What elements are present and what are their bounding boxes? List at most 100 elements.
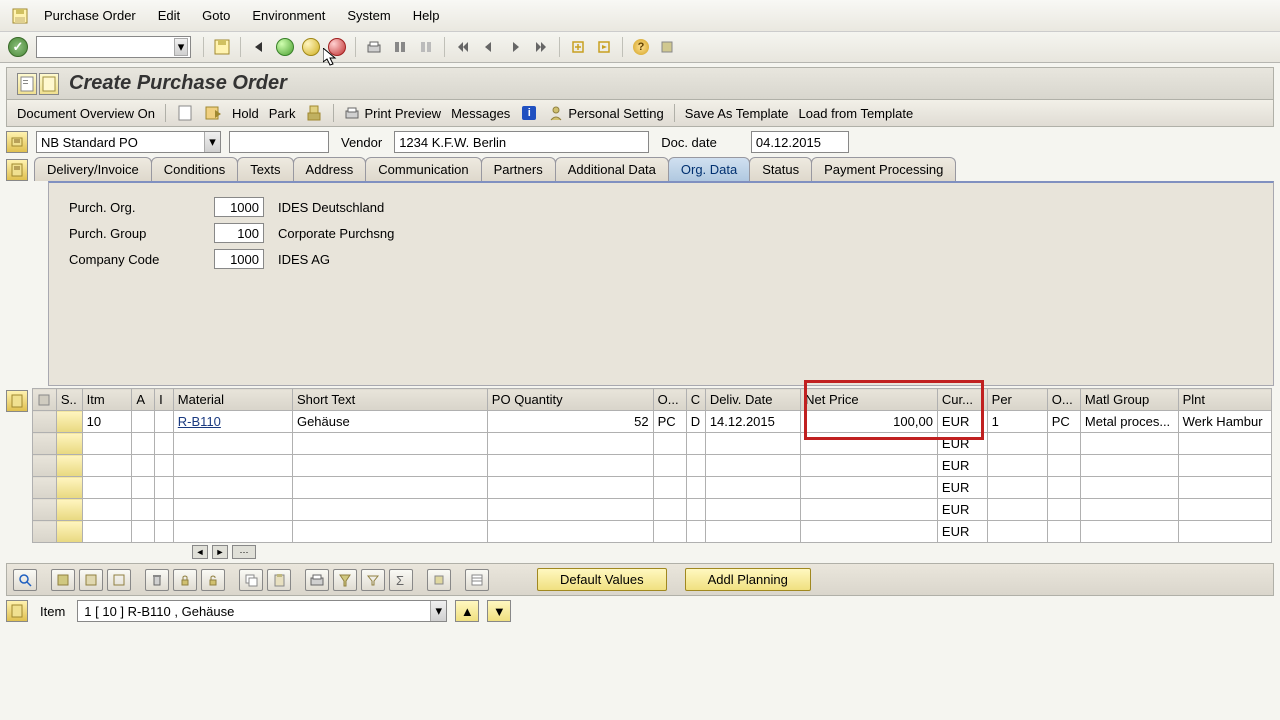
cell-currency[interactable]: EUR — [937, 411, 987, 433]
item-detail-expand-button[interactable] — [6, 600, 28, 622]
tab-payment-processing[interactable]: Payment Processing — [811, 157, 956, 181]
cell-uom[interactable] — [653, 477, 686, 499]
col-c[interactable]: C — [686, 389, 705, 411]
tab-delivery-invoice[interactable]: Delivery/Invoice — [34, 157, 152, 181]
find-next-button[interactable] — [414, 36, 438, 58]
cell-currency[interactable]: EUR — [937, 477, 987, 499]
table-row[interactable]: EUR — [33, 433, 1272, 455]
cell-plant[interactable]: Werk Hambur — [1178, 411, 1271, 433]
detail-button[interactable] — [13, 569, 37, 591]
cell-short-text[interactable]: Gehäuse — [292, 411, 487, 433]
menu-save-icon[interactable] — [8, 6, 32, 26]
cell-material[interactable]: R-B110 — [173, 411, 292, 433]
col-per[interactable]: Per — [987, 389, 1047, 411]
cell-material[interactable] — [173, 455, 292, 477]
cell-short-text[interactable] — [292, 477, 487, 499]
menu-purchase-order[interactable]: Purchase Order — [34, 4, 146, 27]
messages-button[interactable]: Messages — [451, 106, 510, 121]
cell-uom[interactable] — [653, 455, 686, 477]
cell-itm[interactable]: 10 — [82, 411, 132, 433]
addl-planning-button[interactable]: Addl Planning — [685, 568, 811, 591]
col-material[interactable]: Material — [173, 389, 292, 411]
cell-i[interactable] — [155, 477, 174, 499]
row-selector[interactable] — [33, 477, 57, 499]
cell-i[interactable] — [155, 499, 174, 521]
table-row[interactable]: EUR — [33, 455, 1272, 477]
tab-org-data[interactable]: Org. Data — [668, 157, 750, 181]
cell-plant[interactable] — [1178, 521, 1271, 543]
col-selector[interactable] — [33, 389, 57, 411]
check-icon[interactable] — [305, 104, 323, 122]
command-field[interactable]: ▾ — [36, 36, 191, 58]
cell-i[interactable] — [155, 455, 174, 477]
cell-price-unit[interactable] — [1047, 521, 1080, 543]
cell-plant[interactable] — [1178, 477, 1271, 499]
cell-price-unit[interactable] — [1047, 477, 1080, 499]
cell-material[interactable] — [173, 433, 292, 455]
hold-button[interactable]: Hold — [232, 106, 259, 121]
cell-material[interactable] — [173, 477, 292, 499]
scroll-column-select[interactable]: ⋯ — [232, 545, 256, 559]
col-order-unit[interactable]: O... — [653, 389, 686, 411]
item-select[interactable]: 1 [ 10 ] R-B110 , Gehäuse▾ — [77, 600, 447, 622]
tab-conditions[interactable]: Conditions — [151, 157, 238, 181]
row-status[interactable] — [56, 411, 82, 433]
cell-plant[interactable] — [1178, 433, 1271, 455]
cell-price-unit[interactable] — [1047, 455, 1080, 477]
table-row[interactable]: EUR — [33, 521, 1272, 543]
row-status[interactable] — [56, 433, 82, 455]
header-collapse-button[interactable] — [6, 131, 28, 153]
cell-itm[interactable] — [82, 433, 132, 455]
col-i[interactable]: I — [155, 389, 174, 411]
cell-qty[interactable]: 52 — [487, 411, 653, 433]
save-as-template-button[interactable]: Save As Template — [685, 106, 789, 121]
cell-c[interactable]: D — [686, 411, 705, 433]
item-down-button[interactable]: ▼ — [487, 600, 511, 622]
tab-address[interactable]: Address — [293, 157, 367, 181]
cell-plant[interactable] — [1178, 455, 1271, 477]
cell-c[interactable] — [686, 433, 705, 455]
enter-icon[interactable]: ✓ — [8, 37, 28, 57]
items-expand-button[interactable] — [6, 390, 28, 412]
cell-a[interactable] — [132, 521, 155, 543]
prev-page-button[interactable] — [477, 36, 501, 58]
cell-deliv-date[interactable] — [705, 499, 800, 521]
cell-per[interactable] — [987, 455, 1047, 477]
cell-deliv-date[interactable] — [705, 433, 800, 455]
col-net-price[interactable]: Net Price — [801, 389, 938, 411]
cell-per[interactable] — [987, 477, 1047, 499]
create-icon[interactable] — [176, 104, 194, 122]
item-up-button[interactable]: ▲ — [455, 600, 479, 622]
cell-short-text[interactable] — [292, 521, 487, 543]
shortcut-button[interactable] — [592, 36, 616, 58]
cell-matl-group[interactable] — [1080, 433, 1178, 455]
customize-button[interactable] — [655, 36, 679, 58]
cell-deliv-date[interactable]: 14.12.2015 — [705, 411, 800, 433]
cell-a[interactable] — [132, 455, 155, 477]
tab-texts[interactable]: Texts — [237, 157, 293, 181]
table-row[interactable]: 10R-B110Gehäuse52PCD14.12.2015100,00EUR1… — [33, 411, 1272, 433]
po-number-field[interactable] — [229, 131, 329, 153]
header-expand-button[interactable] — [6, 159, 28, 181]
cell-qty[interactable] — [487, 499, 653, 521]
save-button[interactable] — [210, 36, 234, 58]
cell-net-price[interactable] — [801, 499, 938, 521]
cell-itm[interactable] — [82, 455, 132, 477]
row-status[interactable] — [56, 477, 82, 499]
menu-environment[interactable]: Environment — [242, 4, 335, 27]
cell-qty[interactable] — [487, 433, 653, 455]
cancel-red-button[interactable] — [325, 36, 349, 58]
col-status[interactable]: S.. — [56, 389, 82, 411]
row-selector[interactable] — [33, 433, 57, 455]
cell-currency[interactable]: EUR — [937, 455, 987, 477]
copy-button[interactable] — [239, 569, 263, 591]
doc-date-field[interactable] — [751, 131, 849, 153]
col-po-quantity[interactable]: PO Quantity — [487, 389, 653, 411]
cell-uom[interactable] — [653, 499, 686, 521]
cell-a[interactable] — [132, 477, 155, 499]
info-icon[interactable]: i — [520, 104, 538, 122]
dropdown-icon[interactable]: ▾ — [204, 132, 220, 152]
command-dropdown-icon[interactable]: ▾ — [174, 38, 188, 56]
default-values-button[interactable]: Default Values — [537, 568, 667, 591]
document-overview-on[interactable]: Document Overview On — [17, 106, 155, 121]
